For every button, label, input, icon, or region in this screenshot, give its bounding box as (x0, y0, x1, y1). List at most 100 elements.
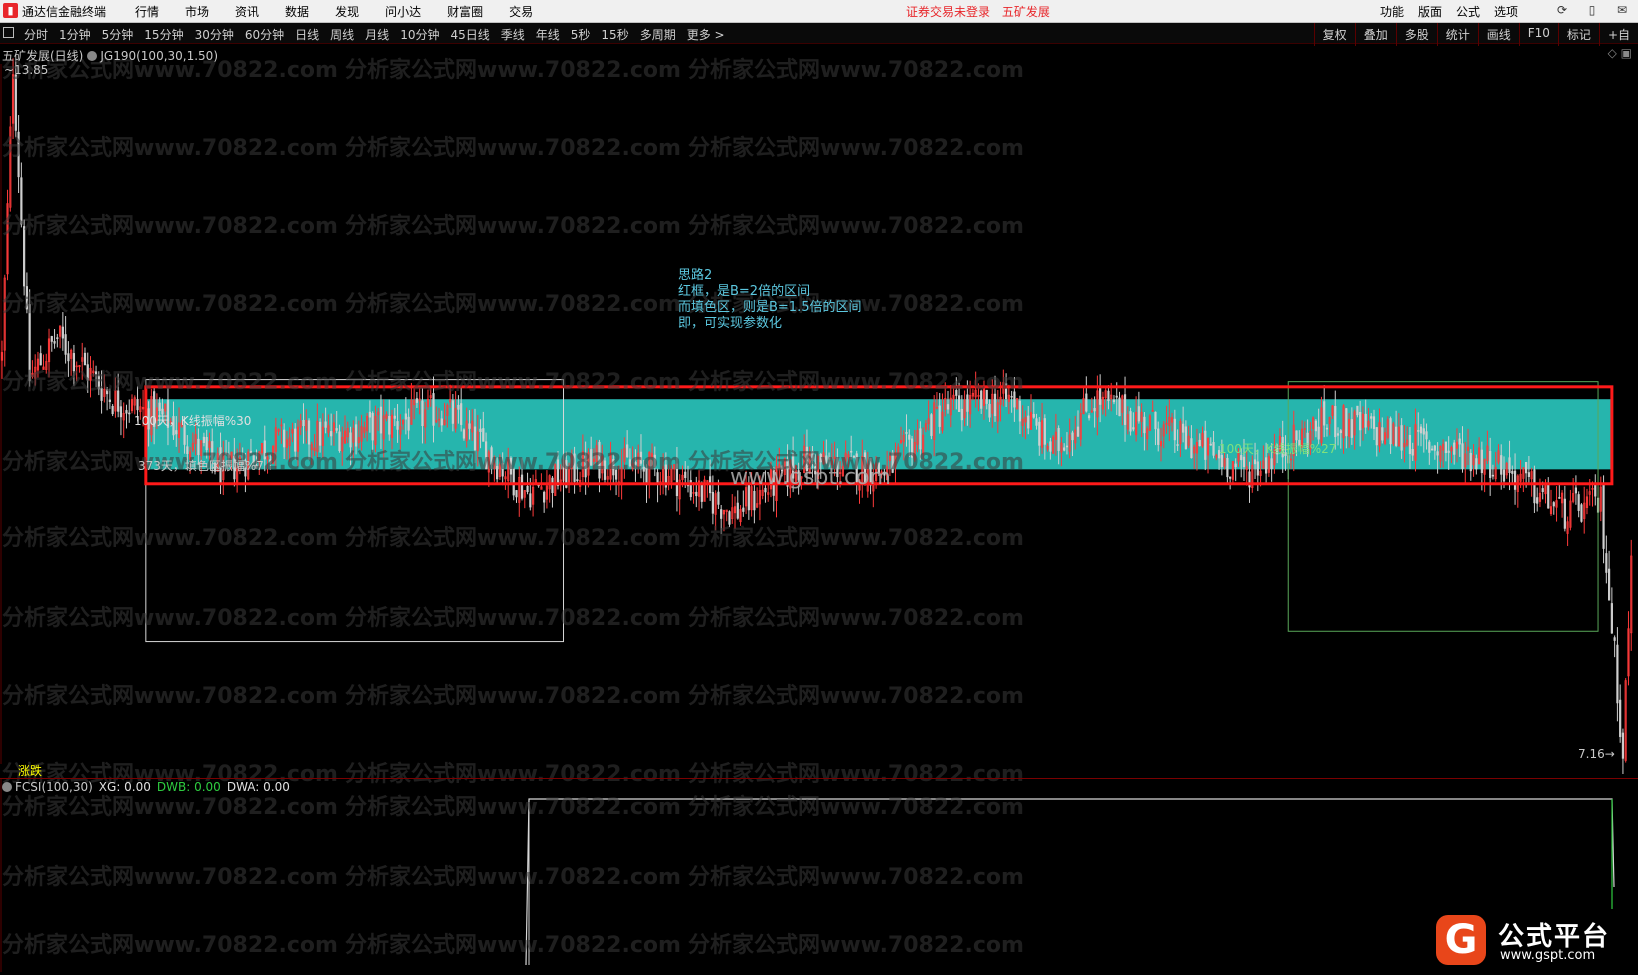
period-tab[interactable]: 1分钟 (59, 26, 91, 43)
candle-body (1433, 445, 1436, 451)
period-tab[interactable]: 60分钟 (245, 26, 284, 43)
candle-body (1491, 474, 1495, 477)
candle-body (1533, 469, 1536, 504)
candle-body (1541, 488, 1544, 492)
candle-body (1605, 553, 1608, 573)
candle-body (612, 459, 615, 476)
period-tab[interactable]: 10分钟 (400, 26, 439, 43)
candle-body (1123, 394, 1127, 425)
candle-body (628, 459, 632, 467)
period-tab[interactable]: 5分钟 (102, 26, 134, 43)
candle-body (1428, 441, 1431, 453)
period-tab[interactable]: 30分钟 (195, 26, 234, 43)
menu-item-markets[interactable]: 市场 (185, 3, 209, 20)
candle-body (1419, 426, 1423, 434)
period-tab-more[interactable]: 更多 > (687, 26, 725, 43)
tool-draw-line[interactable]: 画线 (1477, 23, 1519, 46)
candle-body (1112, 399, 1116, 403)
menu-item-formula[interactable]: 公式 (1456, 3, 1480, 20)
kline-canvas[interactable] (0, 44, 1638, 774)
settings-dot-icon[interactable] (87, 51, 98, 61)
main-kline-chart[interactable]: 分析家公式网www.70822.com 分析家公式网www.70822.com 分析… (0, 44, 1638, 787)
candle-body (1043, 418, 1046, 445)
price-low-label: 7.16→ (1578, 747, 1615, 761)
menu-item-news[interactable]: 资讯 (235, 3, 259, 20)
candle-body (263, 440, 266, 460)
period-tab[interactable]: 15分钟 (144, 26, 183, 43)
candle-body (1502, 469, 1506, 482)
candle-body (1295, 430, 1298, 441)
period-tab[interactable]: 季线 (501, 26, 525, 43)
main-menu: 行情 市场 资讯 数据 发现 问小达 财富圈 交易 (135, 3, 533, 20)
period-tab[interactable]: 周线 (330, 26, 354, 43)
period-tab[interactable]: 45日线 (450, 26, 489, 43)
candle-body (1076, 426, 1080, 437)
message-icon[interactable]: ✉ (1614, 2, 1630, 18)
settings-dot-icon[interactable] (2, 782, 12, 792)
candle-body (20, 177, 23, 225)
candle-body (603, 460, 607, 480)
tool-overlay[interactable]: 叠加 (1354, 23, 1396, 46)
sub-canvas[interactable] (0, 779, 1638, 972)
sub-indicator-header: FCSI(100,30) XG: 0.00 DWB: 0.00 DWA: 0.00 (2, 780, 290, 794)
menu-item-wealth[interactable]: 财富圈 (447, 3, 483, 20)
tool-mark[interactable]: 标记 (1557, 23, 1599, 46)
tool-statistics[interactable]: 统计 (1436, 23, 1478, 46)
sub-panel-tabs: 涨跌 (0, 762, 1638, 779)
panel-toggle-icon[interactable] (3, 27, 14, 38)
period-tab[interactable]: 多周期 (640, 26, 676, 43)
menu-item-options[interactable]: 选项 (1494, 3, 1518, 20)
candle-body (1032, 413, 1035, 418)
phone-icon[interactable]: ▯ (1584, 2, 1600, 18)
maximize-icon[interactable]: ▣ (1621, 46, 1632, 60)
candle-body (1350, 419, 1353, 438)
trade-login-status[interactable]: 证券交易未登录 (906, 5, 990, 19)
period-tab[interactable]: 月线 (365, 26, 389, 43)
period-tab[interactable]: 5秒 (571, 26, 591, 43)
sub-indicator-chart[interactable]: FCSI(100,30) XG: 0.00 DWB: 0.00 DWA: 0.00 分… (0, 779, 1638, 972)
candle-body (1356, 405, 1359, 416)
menu-item-market[interactable]: 行情 (135, 3, 159, 20)
tool-add-custom[interactable]: +自 (1598, 23, 1638, 46)
candle-body (440, 418, 443, 426)
candle-body (324, 421, 327, 428)
menu-item-function[interactable]: 功能 (1380, 3, 1404, 20)
candle-body (891, 452, 894, 473)
candle-body (393, 415, 396, 419)
period-tab[interactable]: 日线 (295, 26, 319, 43)
candle-body (634, 462, 637, 465)
candle-body (404, 413, 407, 420)
period-tab[interactable]: 分时 (24, 26, 48, 43)
candle-body (1137, 406, 1140, 422)
period-tab[interactable]: 年线 (536, 26, 560, 43)
sub-indicator-name[interactable]: FCSI(100,30) (15, 780, 93, 794)
menu-item-layout[interactable]: 版面 (1418, 3, 1442, 20)
refresh-icon[interactable]: ⟳ (1554, 2, 1570, 18)
login-status: 证券交易未登录 五矿发展 (906, 3, 1058, 20)
candle-body (249, 450, 253, 453)
tool-multi-stock[interactable]: 多股 (1395, 23, 1437, 46)
indicator-name[interactable]: JG190(100,30,1.50) (100, 49, 218, 63)
menu-item-discover[interactable]: 发现 (335, 3, 359, 20)
candle-body (1425, 431, 1428, 440)
menu-item-trade[interactable]: 交易 (509, 3, 533, 20)
menu-item-data[interactable]: 数据 (285, 3, 309, 20)
diamond-icon[interactable]: ◇ (1608, 46, 1617, 60)
candle-body (910, 438, 914, 458)
menu-item-ask[interactable]: 问小达 (385, 3, 421, 20)
candle-body (83, 352, 87, 366)
period-tabs: 分时 1分钟 5分钟 15分钟 30分钟 60分钟 日线 周线 月线 10分钟 … (24, 26, 725, 43)
tool-f10[interactable]: F10 (1518, 23, 1558, 46)
candle-body (1265, 457, 1268, 474)
candle-body (1018, 400, 1022, 422)
candle-body (700, 483, 703, 502)
candle-body (462, 429, 466, 439)
candle-body (23, 226, 26, 287)
tab-change[interactable]: 涨跌 (18, 762, 42, 779)
candle-body (684, 471, 687, 479)
candle-body (388, 416, 391, 435)
tool-restore-rights[interactable]: 复权 (1313, 23, 1355, 46)
candle-body (482, 428, 485, 442)
annotation-note: 思路2 红框，是B=2倍的区间 而填色区，则是B=1.5倍的区间 即，可实现参数化 (678, 268, 862, 332)
period-tab[interactable]: 15秒 (601, 26, 628, 43)
